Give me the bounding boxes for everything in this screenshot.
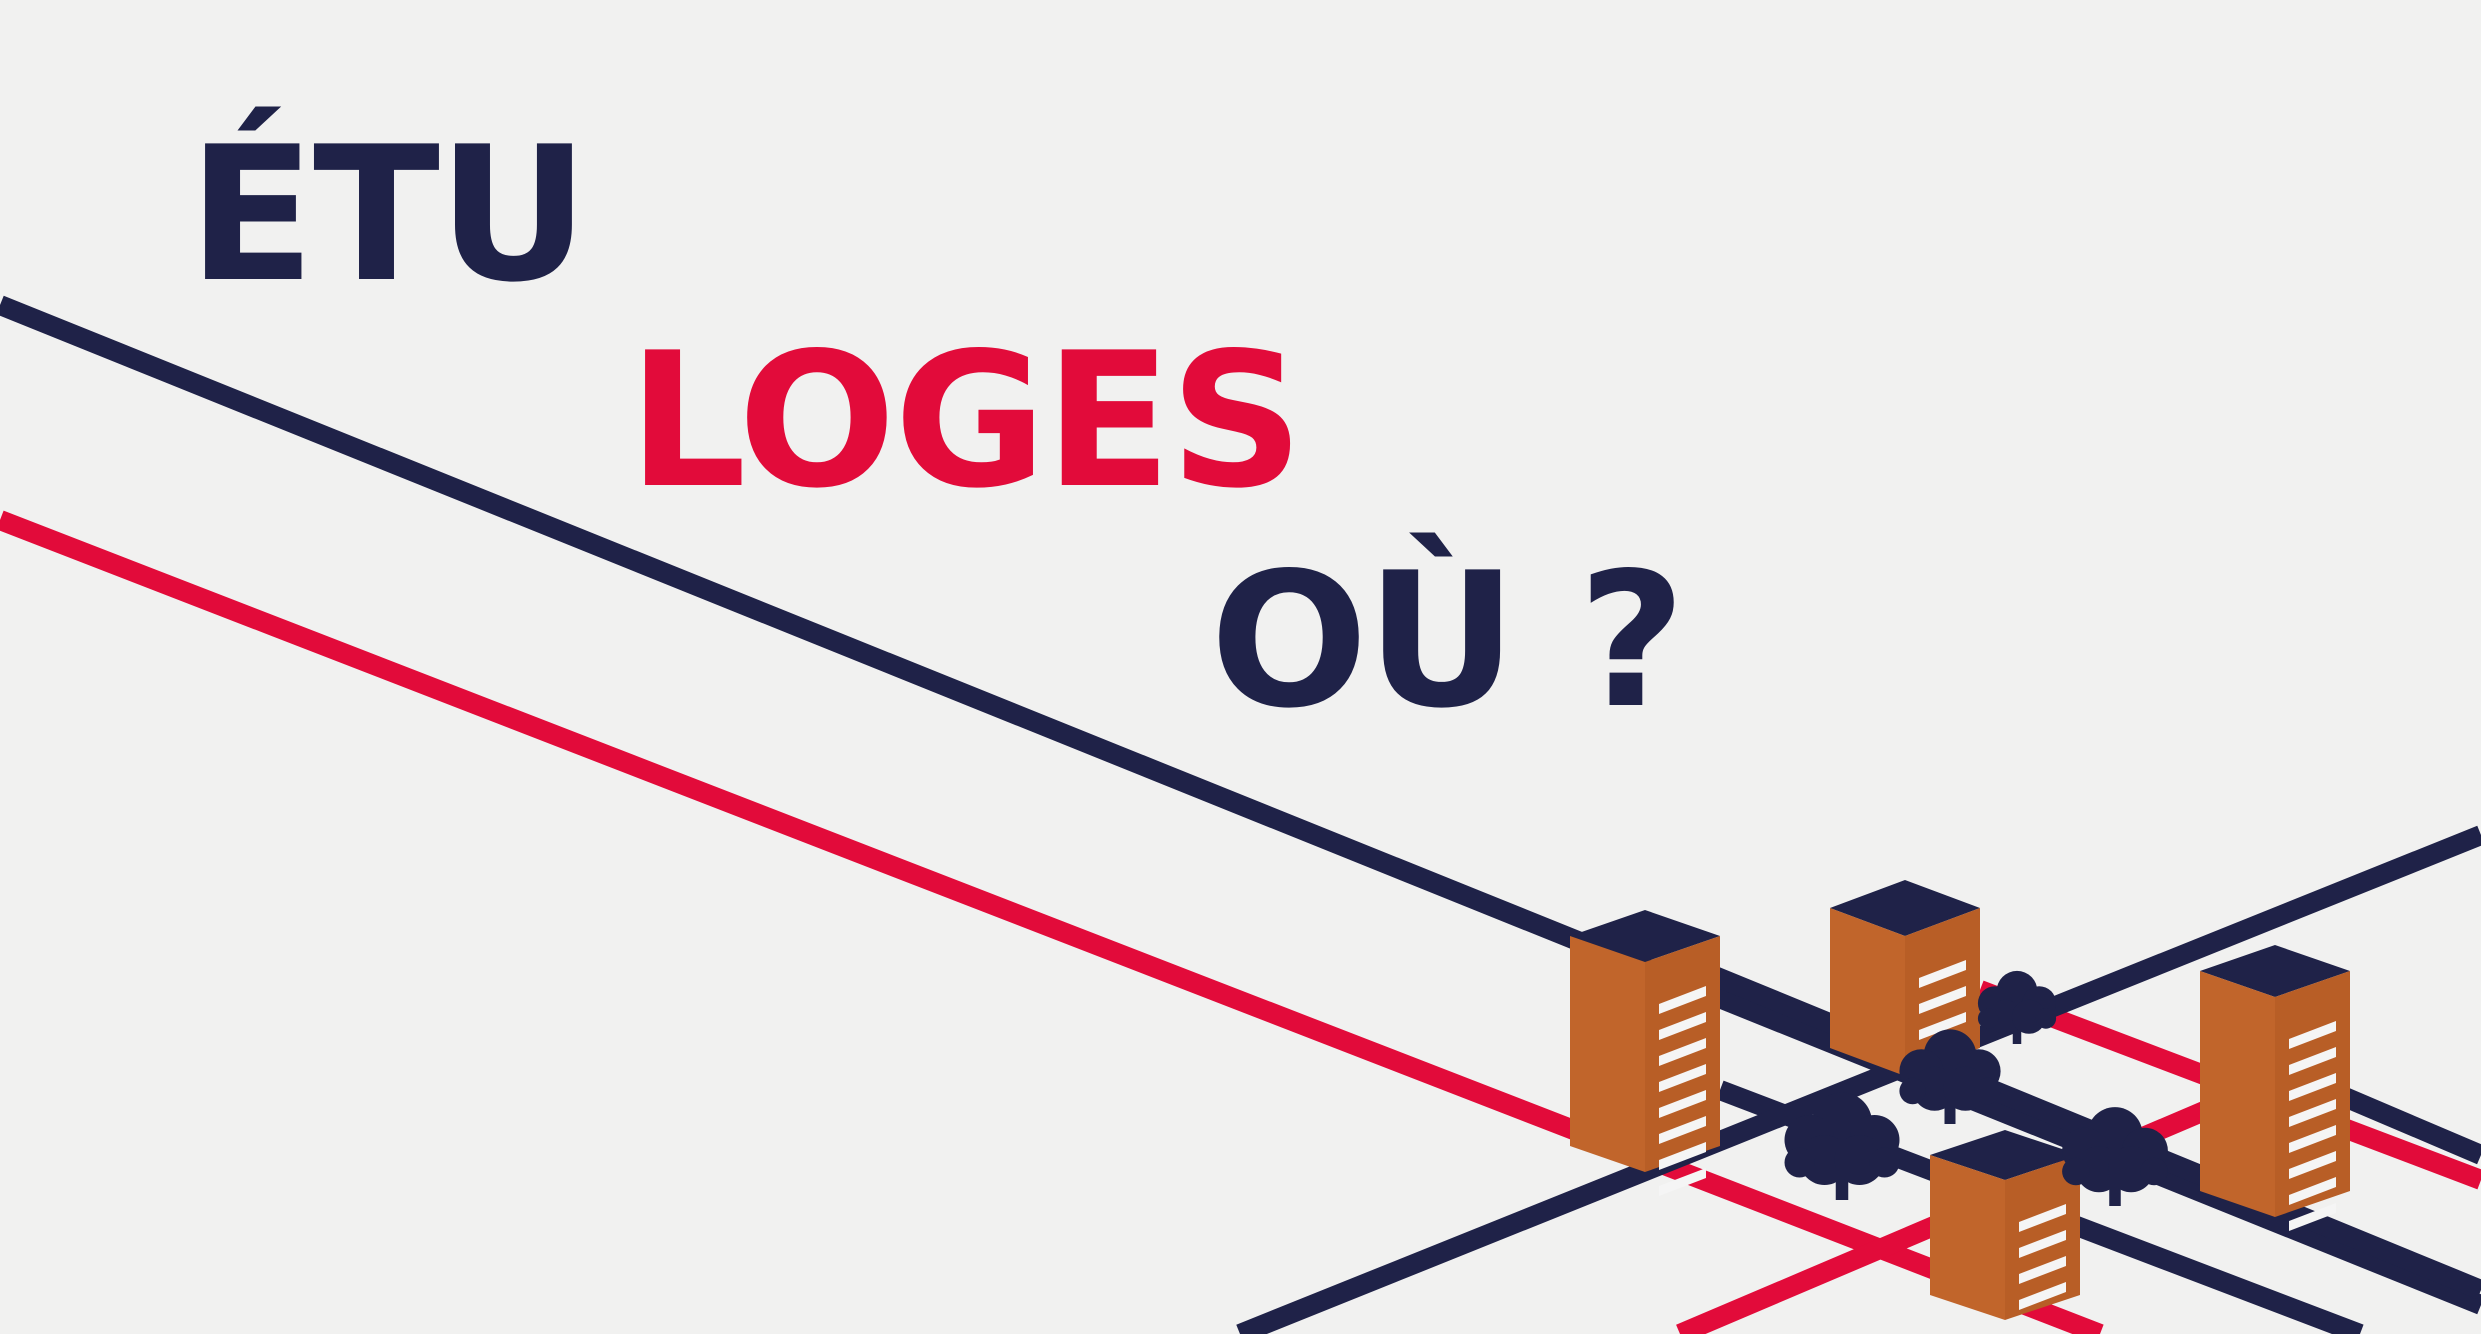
headline-word-ou: OÙ ? [1210,532,1686,749]
building-icon-3 [2200,945,2350,1231]
building-left-face [1830,908,1905,1076]
building-right-face [2275,971,2350,1217]
building-left-face [1570,936,1645,1172]
tree-canopy [1899,1077,1926,1105]
tree-canopy [2035,1008,2057,1029]
building-left-face [2200,971,2275,1217]
headline-word-loges: LOGES [628,312,1304,529]
tree-canopy [1784,1147,1815,1178]
tree-canopy [2140,1157,2168,1186]
building-icon-1 [1570,910,1720,1196]
headline-word-etu: ÉTU [188,106,589,323]
tree-canopy [1869,1147,1900,1178]
road-line-red-1 [0,510,2104,1334]
building-left-face [1930,1155,2005,1320]
building-icon-4 [1930,1130,2080,1320]
tree-canopy [2062,1157,2090,1186]
tree-canopy [1974,1077,2001,1105]
tree-canopy [1977,1008,1999,1029]
